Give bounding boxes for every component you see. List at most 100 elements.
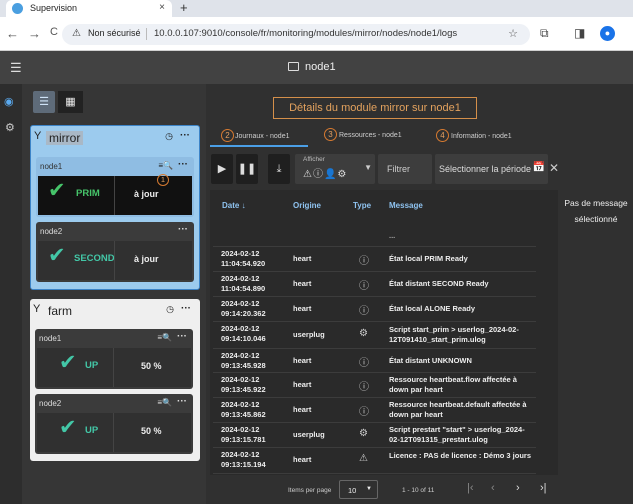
details-icon[interactable]: ≡🔍 — [158, 161, 173, 170]
node-name: node1 — [40, 162, 63, 171]
close-icon[interactable]: ✕ — [549, 161, 559, 175]
clock-icon[interactable]: ◷ — [165, 131, 173, 142]
reload-icon[interactable]: C — [50, 26, 58, 38]
table-row[interactable]: 2024-02-12 11:04:54.890 heart ⓘ État dis… — [213, 272, 536, 297]
profile-avatar-icon[interactable]: ● — [600, 26, 615, 41]
page-size-select[interactable]: 10 ▼ — [339, 480, 378, 499]
details-icon[interactable]: ≡🔍 — [157, 333, 172, 342]
more-icon[interactable]: ··· — [178, 159, 188, 170]
page-title: node1 — [305, 61, 336, 73]
column-header-type[interactable]: Type — [353, 201, 371, 210]
table-row[interactable]: 2024-02-12 09:13:15.781 userplug ⚙ Scrip… — [213, 423, 536, 448]
log-date: 2024-02-12 09:13:45.922 — [221, 375, 266, 394]
node-status: ✔ UP 50 % — [37, 348, 191, 387]
menu-icon[interactable]: ☰ — [10, 60, 22, 76]
gear-icon: ⚙ — [359, 328, 368, 339]
module-group-mirror[interactable]: Y mirror ◷ ··· node1 ≡🔍 ··· ✔ PRIM à jou… — [30, 125, 200, 290]
forward-icon[interactable]: → — [28, 26, 41, 41]
node-name: node2 — [39, 399, 62, 408]
node-card[interactable]: node2 ≡🔍 ··· ✔ UP 50 % — [35, 394, 193, 454]
favicon-icon — [12, 3, 23, 14]
log-message: Ressource heartbeat.flow affectée à down… — [389, 375, 517, 394]
grid-view-icon[interactable]: ▦ — [58, 91, 83, 113]
node-role: PRIM — [76, 188, 100, 199]
log-date: 2024-02-12 09:13:45.928 — [221, 351, 266, 370]
bookmark-star-icon[interactable]: ☆ — [508, 27, 518, 40]
list-view-icon[interactable]: ☰ — [33, 91, 55, 113]
table-row[interactable]: 2024-02-12 09:13:45.862 heart ⓘ Ressourc… — [213, 398, 536, 423]
first-page-icon[interactable]: |‹ — [467, 482, 474, 494]
last-page-icon[interactable]: ›| — [540, 482, 547, 494]
check-icon: ✔ — [59, 416, 77, 439]
active-tab-indicator — [210, 145, 308, 147]
tab-information[interactable]: Information - node1 — [451, 133, 512, 140]
warning-icon: ⚠ — [72, 28, 81, 39]
more-icon[interactable]: ··· — [178, 224, 188, 235]
log-origin: heart — [293, 405, 312, 414]
show-filter-select[interactable]: Afficher ⚠ⓘ👤⚙ ▼ — [295, 154, 375, 184]
more-icon[interactable]: ··· — [181, 303, 191, 314]
calendar-icon[interactable]: 📅 — [533, 162, 545, 173]
table-row[interactable]: 2024-02-12 09:13:45.928 heart ⓘ État dis… — [213, 349, 536, 373]
download-icon[interactable]: ⤓ — [268, 154, 290, 184]
eye-icon[interactable]: ◉ — [4, 95, 14, 108]
next-page-icon[interactable]: › — [516, 482, 520, 494]
type-filter-icons: ⚠ⓘ👤⚙ — [303, 169, 348, 180]
log-date: 2024-02-12 09:13:45.862 — [221, 400, 266, 419]
tab-resources[interactable]: Ressources - node1 — [339, 132, 402, 139]
table-row[interactable]: 2024-02-12 11:04:54.920 heart ⓘ État loc… — [213, 247, 536, 272]
divider — [113, 413, 114, 452]
log-origin: userplug — [293, 430, 325, 439]
table-row[interactable]: ... — [213, 221, 536, 247]
node-card[interactable]: node2 ··· ✔ SECOND à jour — [36, 222, 194, 282]
tab-number-badge: 2 — [221, 129, 234, 142]
column-header-origin[interactable]: Origine — [293, 201, 321, 210]
address-bar[interactable]: ⚠ Non sécurisé 10.0.0.107:9010/console/f… — [62, 24, 530, 45]
log-origin: heart — [293, 380, 312, 389]
play-icon[interactable]: ▶ — [211, 154, 233, 184]
extensions-icon[interactable]: ⧉ — [540, 26, 549, 41]
browser-tab[interactable]: Supervision × — [6, 0, 172, 17]
node-card[interactable]: node1 ≡🔍 ··· ✔ UP 50 % — [35, 329, 193, 389]
page-size-value: 10 — [348, 486, 357, 495]
cast-icon — [288, 62, 299, 71]
info-icon: ⓘ — [359, 256, 369, 267]
log-date: 2024-02-12 09:13:15.781 — [221, 425, 266, 444]
settings-gear-icon[interactable]: ⚙ — [5, 121, 15, 134]
more-icon[interactable]: ··· — [177, 396, 187, 407]
previous-page-icon[interactable]: ‹ — [491, 482, 495, 494]
filter-input[interactable]: Filtrer — [378, 154, 432, 184]
table-row[interactable]: 2024-02-12 09:14:20.362 heart ⓘ État loc… — [213, 297, 536, 322]
period-select[interactable]: Sélectionner la période 📅 — [435, 154, 548, 184]
table-row[interactable]: 2024-02-12 09:13:15.194 heart ⚠ Licence … — [213, 448, 536, 474]
node-card[interactable]: node1 ≡🔍 ··· ✔ PRIM à jour — [36, 157, 194, 217]
details-icon[interactable]: ≡🔍 — [157, 398, 172, 407]
back-icon[interactable]: ← — [6, 26, 19, 41]
tab-close-icon[interactable]: × — [159, 2, 165, 13]
tab-title: Supervision — [30, 3, 78, 13]
column-header-message[interactable]: Message — [389, 201, 423, 210]
security-label: Non sécurisé — [88, 28, 141, 38]
table-row[interactable]: 2024-02-12 09:14:10.046 userplug ⚙ Scrip… — [213, 322, 536, 349]
log-origin: heart — [293, 304, 312, 313]
module-group-farm[interactable]: Y farm ◷ ··· node1 ≡🔍 ··· ✔ UP 50 % node… — [30, 299, 200, 461]
clock-icon[interactable]: ◷ — [166, 304, 174, 315]
fork-icon: Y — [34, 130, 42, 142]
node-name: node2 — [40, 227, 63, 236]
no-message-selected: Pas de message sélectionné — [564, 198, 628, 224]
side-panel-icon[interactable]: ◨ — [574, 26, 585, 40]
column-header-date[interactable]: Date ↓ — [222, 201, 246, 210]
new-tab-button[interactable]: + — [180, 0, 188, 15]
more-icon[interactable]: ··· — [177, 331, 187, 342]
divider — [113, 348, 114, 387]
tab-logs[interactable]: Journaux - node1 — [235, 133, 289, 140]
group-name: mirror — [46, 131, 84, 145]
chevron-down-icon: ▼ — [364, 163, 372, 172]
log-message: Ressource heartbeat.default affectée à d… — [389, 400, 527, 419]
table-row[interactable]: 2024-02-12 09:13:45.922 heart ⓘ Ressourc… — [213, 373, 536, 398]
log-date: 2024-02-12 09:13:15.194 — [221, 450, 266, 469]
log-origin: heart — [293, 254, 312, 263]
url-text[interactable]: 10.0.0.107:9010/console/fr/monitoring/mo… — [154, 28, 457, 39]
pause-icon[interactable]: ❚❚ — [236, 154, 258, 184]
more-icon[interactable]: ··· — [180, 130, 190, 141]
